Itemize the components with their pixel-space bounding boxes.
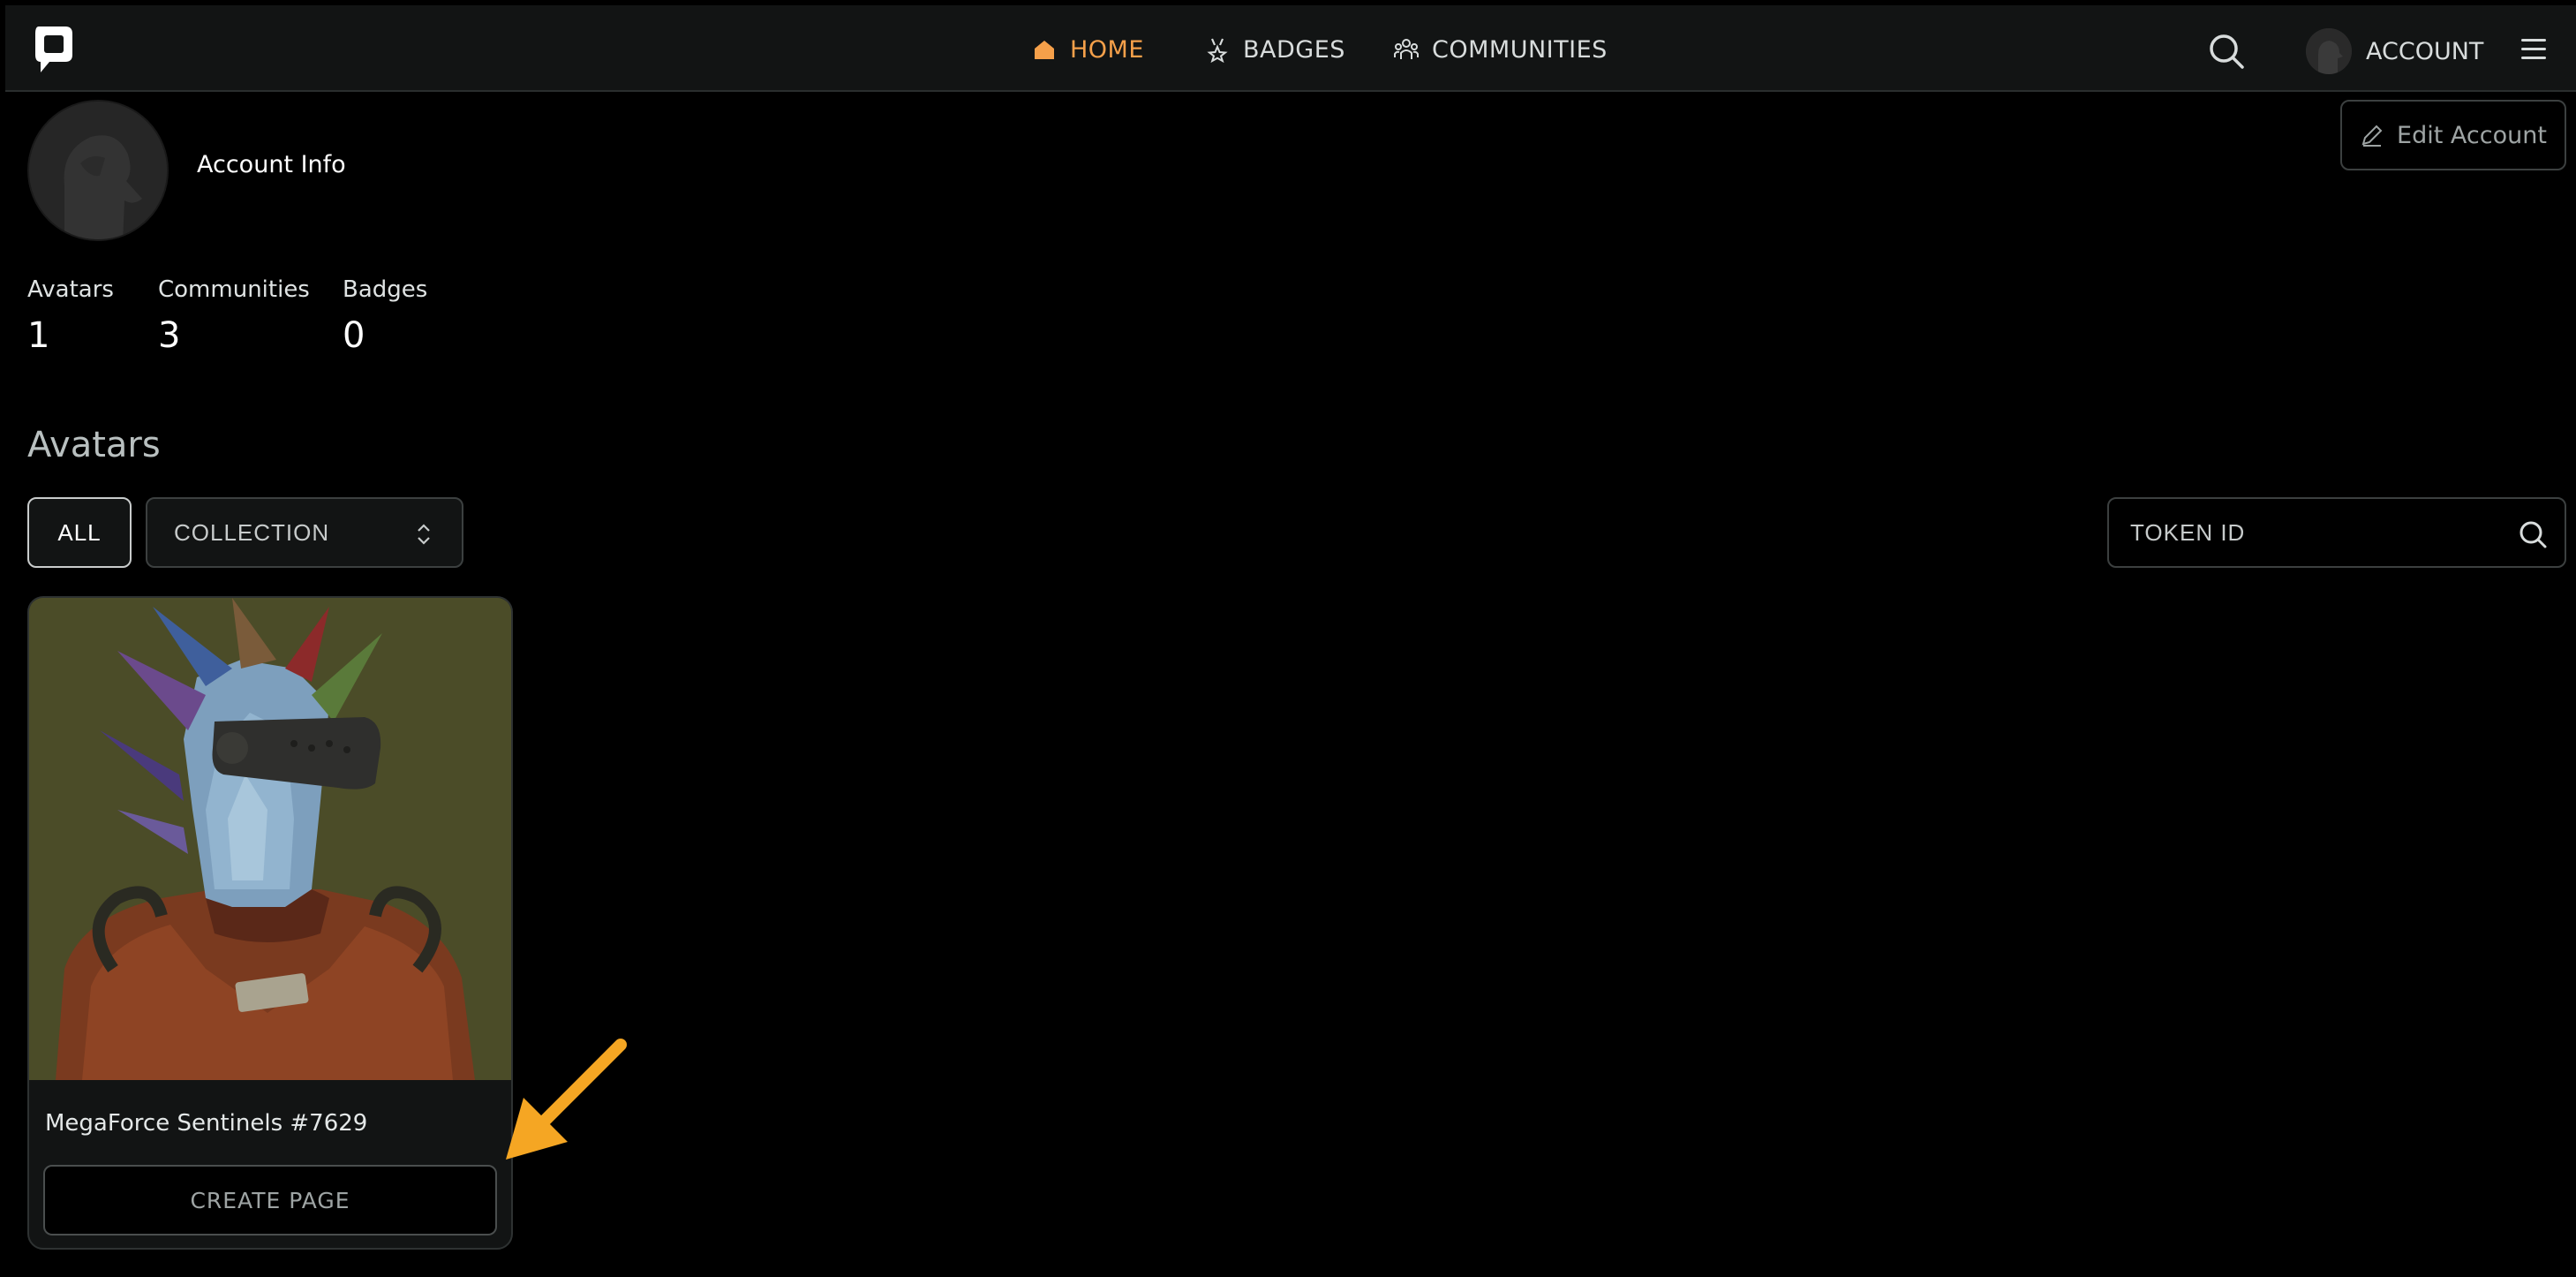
avatars-section-title: Avatars: [27, 425, 161, 465]
token-id-search[interactable]: TOKEN ID: [2107, 497, 2566, 568]
search-icon[interactable]: [2517, 518, 2549, 550]
badge-icon: [1207, 38, 1228, 63]
avatar-card-image[interactable]: [29, 598, 511, 1080]
filter-all-button[interactable]: ALL: [27, 497, 132, 568]
stat-value: 3: [158, 315, 181, 356]
create-page-button[interactable]: CREATE PAGE: [43, 1165, 497, 1235]
edit-icon: [2361, 125, 2383, 147]
nav-communities-label: COMMUNITIES: [1432, 35, 1608, 64]
chevron-updown-icon: [418, 524, 430, 545]
annotation-arrow-icon: [506, 1039, 627, 1160]
avatar-card[interactable]: MegaForce Sentinels #7629 CREATE PAGE: [27, 596, 513, 1250]
avatar-card-name: MegaForce Sentinels #7629: [45, 1110, 368, 1137]
stat-avatars: Avatars 1: [27, 276, 114, 356]
communities-icon: [1394, 39, 1419, 59]
collection-select-label: COLLECTION: [174, 518, 330, 546]
stat-value: 1: [27, 315, 50, 356]
home-icon: [1035, 41, 1054, 59]
edit-account-label: Edit Account: [2397, 121, 2547, 149]
stat-communities: Communities 3: [158, 276, 310, 356]
nav-badges[interactable]: BADGES: [1204, 32, 1345, 67]
logo-icon[interactable]: [32, 23, 76, 76]
stat-label: Communities: [158, 276, 310, 303]
collection-select[interactable]: COLLECTION: [146, 497, 463, 568]
menu-icon[interactable]: [2521, 39, 2546, 60]
stat-label: Avatars: [27, 276, 114, 303]
stat-label: Badges: [343, 276, 428, 303]
account-label: ACCOUNT: [2366, 37, 2484, 65]
account-menu[interactable]: ACCOUNT: [2306, 25, 2483, 78]
stat-value: 0: [343, 315, 365, 356]
top-nav-bar: HOME BADGES COMMUNITIES ACCOUNT: [5, 5, 2576, 92]
profile-avatar: [27, 100, 169, 241]
nav-home[interactable]: HOME: [1031, 32, 1144, 67]
stat-badges: Badges 0: [343, 276, 427, 356]
search-icon[interactable]: [2207, 32, 2246, 71]
app-frame: HOME BADGES COMMUNITIES ACCOUNT Account …: [0, 0, 2576, 1277]
token-id-placeholder: TOKEN ID: [2130, 518, 2246, 546]
nav-badges-label: BADGES: [1243, 35, 1345, 64]
account-info-title: Account Info: [197, 151, 346, 178]
edit-account-button[interactable]: Edit Account: [2340, 100, 2566, 170]
avatar-icon: [2306, 28, 2352, 74]
nav-communities[interactable]: COMMUNITIES: [1393, 32, 1608, 67]
nav-home-label: HOME: [1070, 35, 1144, 64]
